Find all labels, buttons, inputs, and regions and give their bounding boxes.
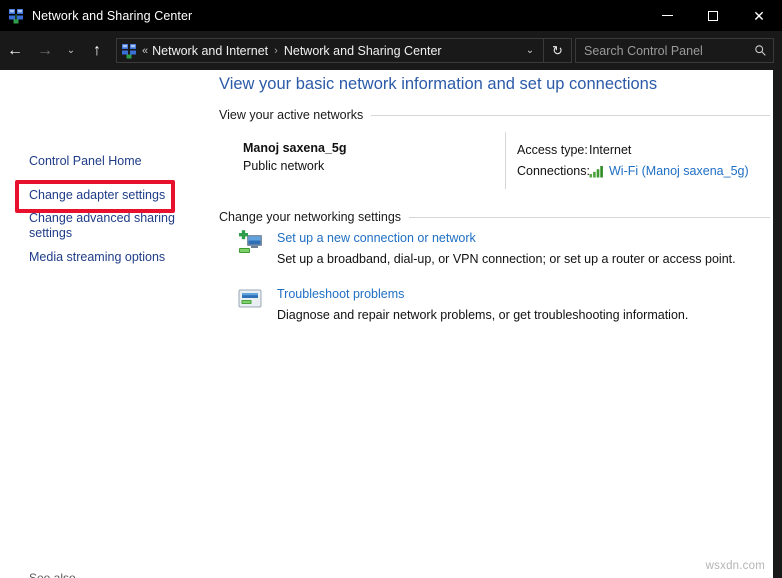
section-label-change-settings: Change your networking settings [219, 210, 409, 224]
forward-button[interactable]: → [30, 36, 60, 66]
search-input[interactable] [576, 44, 747, 58]
detail-key-access-type: Access type: [517, 143, 589, 157]
task-description-troubleshoot-problems: Diagnose and repair network problems, or… [277, 308, 688, 322]
breadcrumb-overflow-icon[interactable]: « [142, 45, 148, 57]
window-controls: ✕ [644, 0, 782, 31]
maximize-button[interactable] [690, 0, 736, 31]
sidebar-item-control-panel-home[interactable]: Control Panel Home [29, 154, 142, 169]
address-bar[interactable]: « Network and Internet › Network and Sha… [116, 38, 572, 63]
network-sharing-icon [8, 8, 24, 24]
close-icon: ✕ [753, 9, 765, 23]
network-details-divider [505, 132, 506, 189]
breadcrumb-separator-icon: › [274, 45, 278, 57]
address-dropdown-icon[interactable]: ⌄ [517, 39, 543, 62]
navigation-bar: ← → ⌄ ↑ « Network and Internet › Network… [0, 31, 782, 70]
wifi-signal-icon [589, 165, 605, 178]
task-link-troubleshoot-problems[interactable]: Troubleshoot problems [277, 287, 404, 301]
sidebar-item-change-advanced-sharing-settings[interactable]: Change advanced sharing settings [29, 211, 179, 241]
maximize-icon [708, 11, 718, 21]
up-button[interactable]: ↑ [82, 36, 112, 66]
task-description-set-up-new-connection: Set up a broadband, dial-up, or VPN conn… [277, 252, 736, 266]
section-label-active-networks: View your active networks [219, 108, 371, 122]
task-link-set-up-new-connection[interactable]: Set up a new connection or network [277, 231, 476, 245]
network-sharing-center-window: Network and Sharing Center ✕ ← → ⌄ ↑ [0, 0, 782, 578]
section-divider [409, 217, 770, 218]
troubleshoot-icon [236, 286, 264, 314]
network-name: Manoj saxena_5g [243, 141, 347, 155]
section-active-networks: View your active networks [219, 108, 770, 122]
watermark: wsxdn.com [706, 560, 765, 572]
sidebar-item-media-streaming-options[interactable]: Media streaming options [29, 250, 165, 265]
sidebar: Control Panel Home Change adapter settin… [0, 70, 216, 578]
detail-row-access-type: Access type: Internet [517, 141, 749, 159]
close-button[interactable]: ✕ [736, 0, 782, 31]
back-button[interactable]: ← [0, 36, 30, 66]
window-title: Network and Sharing Center [32, 9, 192, 23]
sidebar-item-change-adapter-settings[interactable]: Change adapter settings [29, 188, 165, 203]
minimize-icon [662, 15, 673, 16]
window-right-edge [773, 70, 782, 578]
detail-key-connections: Connections: [517, 164, 589, 178]
title-bar: Network and Sharing Center ✕ [0, 0, 782, 31]
network-type: Public network [243, 159, 347, 173]
content-area: Control Panel Home Change adapter settin… [0, 70, 773, 578]
search-icon[interactable] [747, 44, 773, 57]
main-panel: View your basic network information and … [216, 70, 773, 578]
breadcrumb-item-network-and-internet[interactable]: Network and Internet [152, 44, 268, 58]
minimize-button[interactable] [644, 0, 690, 31]
connection-link-wifi[interactable]: Wi-Fi (Manoj saxena_5g) [609, 164, 749, 178]
network-details: Access type: Internet Connections: Wi-Fi… [517, 141, 749, 183]
address-network-icon [121, 43, 137, 59]
refresh-icon[interactable]: ↻ [543, 39, 571, 62]
page-title: View your basic network information and … [219, 75, 657, 94]
breadcrumb-item-network-and-sharing-center[interactable]: Network and Sharing Center [284, 44, 442, 58]
search-box[interactable] [575, 38, 774, 63]
section-change-networking-settings: Change your networking settings [219, 210, 770, 224]
section-divider [371, 115, 770, 116]
detail-value-access-type: Internet [589, 143, 631, 157]
active-network-summary: Manoj saxena_5g Public network [243, 141, 347, 173]
recent-locations-button[interactable]: ⌄ [60, 36, 82, 66]
detail-row-connections: Connections: Wi-Fi (Manoj saxena_5g) [517, 162, 749, 180]
see-also-heading: See also [29, 571, 76, 578]
new-connection-icon [236, 230, 264, 258]
